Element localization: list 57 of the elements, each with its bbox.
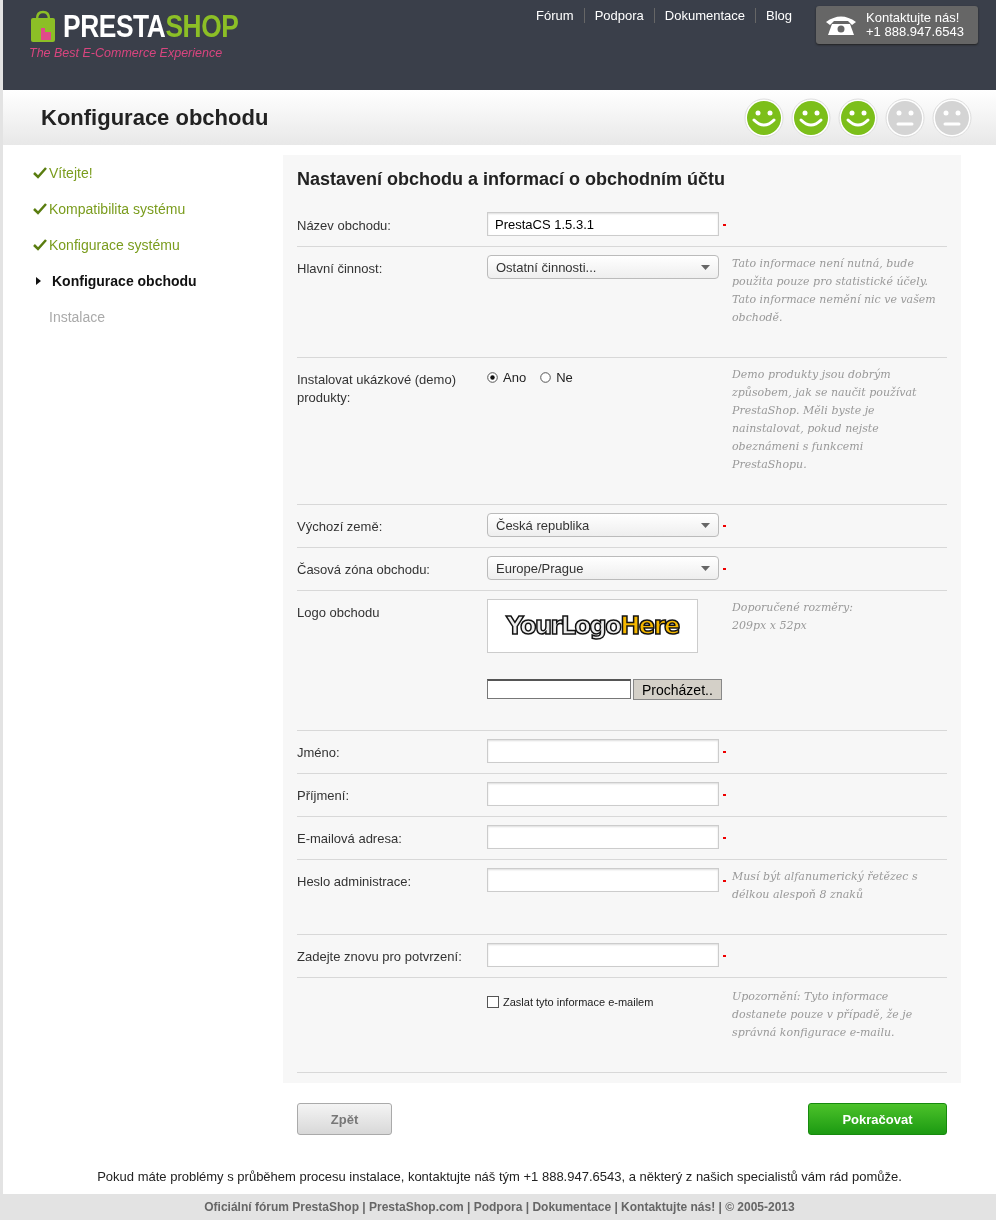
logo-preview: YourLogoHere [487,599,698,653]
brand-name[interactable]: PRESTASHOP [63,10,239,44]
browse-button[interactable]: Procházet.. [633,679,722,700]
step-item[interactable]: Konfigurace obchodu [33,263,283,299]
field-label: Instalovat ukázkové (demo) produkty: [297,371,457,407]
field-label: Název obchodu: [297,217,392,235]
footer-links[interactable]: Oficiální fórum PrestaShop | PrestaShop.com | Podpora | Dokumentace | Kontaktujte nás! | © 2005-2013 [204,1200,795,1214]
help-text: Upozornění: Tyto informace dostanete pouze v případě, že je správná konfigurace e-mailu. [732,989,914,1041]
radio-button[interactable] [487,372,498,383]
shopping-bag-icon [29,10,57,44]
checkmark-icon [33,167,47,179]
field-label: Zadejte znovu pro potvrzení: [297,948,463,966]
text-field[interactable] [487,868,719,892]
checkmark-icon [33,239,47,251]
dropdown-arrow-icon [701,522,710,528]
nav-link[interactable]: Fórum [526,8,585,23]
file-path-field[interactable] [487,679,631,699]
help-text: Musí být alfanumerický řetězec s délkou alespoň 8 znaků [732,869,919,903]
help-text: Tato informace není nutná, bude použita pouze pro statistické účely. Tato informace nemění nic ve vašem obchodě. [732,256,937,326]
form-title: Nastavení obchodu a informací o obchodním účtu [297,169,727,190]
radio-option[interactable]: Ne [540,370,573,385]
checkbox[interactable] [487,996,499,1008]
dropdown[interactable]: Česká republika [487,513,719,537]
help-text: Doporučené rozměry: 209px x 52px [732,600,854,634]
brand-tagline: The Best E-Commerce Experience [29,46,224,60]
contact-label: Kontaktujte nás! [866,11,961,25]
dropdown[interactable]: Ostatní činnosti... [487,255,719,279]
contact-phone: +1 888.947.6543 [866,25,964,39]
field-label: Příjmení: [297,787,350,805]
back-button[interactable]: Zpět [297,1103,392,1135]
field-label: Jméno: [297,744,341,762]
field-label: E-mailová adresa: [297,830,403,848]
email-checkbox-option[interactable]: Zaslat tyto informace e-mailem [487,986,719,1008]
nav-link[interactable]: Dokumentace [654,8,756,23]
dropdown[interactable]: Europe/Prague [487,556,719,580]
field-label: Výchozí země: [297,518,384,536]
contact-button[interactable]: Kontaktujte nás! +1 888.947.6543 [816,6,978,44]
text-field[interactable] [487,782,719,806]
radio-button[interactable] [540,372,552,383]
field-label: Hlavní činnost: [297,260,384,278]
page-title: Konfigurace obchodu [41,104,269,131]
field-label: Časová zóna obchodu: [297,561,431,579]
nav-link[interactable]: Podpora [584,8,655,23]
checkmark-icon [33,203,47,215]
field-label: Logo obchodu [297,604,381,622]
text-field[interactable] [487,825,719,849]
dropdown-arrow-icon [701,264,710,270]
text-field[interactable]: PrestaCS 1.5.3.1 [487,212,719,236]
field-label: Heslo administrace: [297,873,413,891]
nav-link[interactable]: Blog [756,8,803,23]
radio-option[interactable]: Ano [487,370,527,385]
text-field[interactable] [487,739,719,763]
help-text: Demo produkty jsou dobrým způsobem, jak se naučit používat PrestaShop. Měli byste je nainstalovat, pokud nejste obeznámeni s funkcemi PrestaShopu. [732,367,918,473]
triangle-icon [36,277,42,285]
text-field[interactable] [487,943,719,967]
support-text: Pokud máte problémy s průběhem procesu instalace, kontaktujte náš tým +1 888.947.6543, a některý z našich specialistů vám rád pomůže. [96,1169,903,1186]
dropdown-arrow-icon [701,565,710,571]
